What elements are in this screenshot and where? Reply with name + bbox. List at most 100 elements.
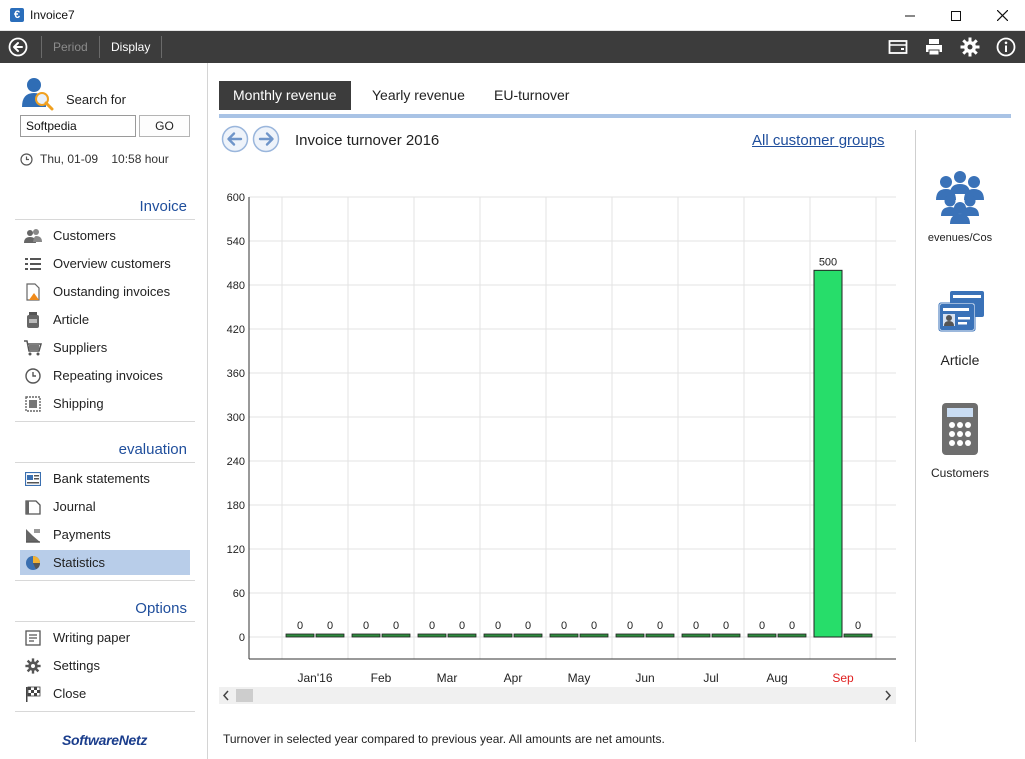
- nav-label: Journal: [53, 499, 96, 514]
- toolbar-separator: [161, 36, 162, 58]
- scroll-left-icon[interactable]: [222, 690, 230, 701]
- data-label: 0: [723, 620, 729, 632]
- scrollbar-thumb[interactable]: [236, 689, 253, 702]
- user-group-icon: [932, 170, 988, 226]
- section-evaluation-title: evaluation: [15, 441, 195, 463]
- right-panel-label: Article: [940, 352, 980, 368]
- back-button[interactable]: [8, 37, 28, 57]
- tab-eu-turnover[interactable]: EU-turnover: [494, 81, 569, 110]
- nav-close[interactable]: Close: [20, 681, 190, 706]
- scroll-right-icon[interactable]: [884, 690, 892, 701]
- x-tick-label: Apr: [504, 671, 523, 685]
- revenues-costs-button[interactable]: evenues/Cos: [920, 170, 1000, 244]
- invoice-warning-icon: [24, 282, 42, 301]
- nav-journal[interactable]: Journal: [20, 494, 190, 519]
- nav-shipping[interactable]: Shipping: [20, 391, 190, 416]
- bar-zero[interactable]: [381, 633, 411, 638]
- x-tick-label: Jan'16: [298, 671, 333, 685]
- info-button[interactable]: [996, 37, 1016, 57]
- bar-zero[interactable]: [747, 633, 777, 638]
- sidebar-divider: [15, 711, 195, 712]
- nav-outstanding-invoices[interactable]: Oustanding invoices: [20, 279, 190, 304]
- nav-payments[interactable]: Payments: [20, 522, 190, 547]
- search-user-icon: [22, 77, 54, 111]
- nav-overview-customers[interactable]: Overview customers: [20, 251, 190, 276]
- chart-horizontal-scrollbar[interactable]: [219, 687, 896, 704]
- nav-repeating-invoices[interactable]: Repeating invoices: [20, 363, 190, 388]
- bar-zero[interactable]: [513, 633, 543, 638]
- previous-year-button[interactable]: [221, 125, 249, 153]
- search-input[interactable]: [20, 115, 136, 137]
- revenue-bar-chart: 0 60 120 180 240 300 360 420 480 540 600 0 0 Jan'16 0 0…: [227, 192, 896, 685]
- y-tick-label: 420: [227, 324, 245, 336]
- minimize-button[interactable]: [887, 0, 933, 31]
- window-title: Invoice7: [30, 8, 75, 22]
- bar[interactable]: [813, 269, 843, 638]
- id-cards-icon: [932, 290, 988, 346]
- section-options-title: Options: [15, 600, 195, 622]
- bar-zero[interactable]: [315, 633, 345, 638]
- article-panel-button[interactable]: Article: [920, 290, 1000, 368]
- nav-statistics[interactable]: Statistics: [20, 550, 190, 575]
- pie-chart-icon: [24, 554, 42, 572]
- period-menu[interactable]: Period: [53, 40, 88, 54]
- display-menu[interactable]: Display: [111, 40, 150, 54]
- bar-zero[interactable]: [417, 633, 447, 638]
- minimize-icon: [905, 15, 915, 16]
- payments-icon: [24, 526, 42, 544]
- sidebar-divider: [15, 580, 195, 581]
- card-reader-button[interactable]: [888, 37, 908, 57]
- writing-paper-icon: [24, 629, 42, 647]
- bar-zero[interactable]: [711, 633, 741, 638]
- data-label: 0: [657, 620, 663, 632]
- data-label: 0: [393, 620, 399, 632]
- data-label: 0: [759, 620, 765, 632]
- data-label: 0: [789, 620, 795, 632]
- tab-monthly-revenue[interactable]: Monthly revenue: [219, 81, 351, 110]
- data-label: 0: [495, 620, 501, 632]
- bar-zero[interactable]: [285, 633, 315, 638]
- print-button[interactable]: [924, 37, 944, 57]
- y-tick-label: 0: [239, 632, 245, 644]
- nav-bank-statements[interactable]: Bank statements: [20, 466, 190, 491]
- bar-zero[interactable]: [483, 633, 513, 638]
- customers-panel-button[interactable]: Customers: [920, 402, 1000, 480]
- nav-label: Statistics: [53, 555, 106, 570]
- bar-zero[interactable]: [579, 633, 609, 638]
- datetime-display: Thu, 01-09 10:58 hour: [20, 152, 169, 166]
- y-tick-label: 240: [227, 456, 245, 468]
- nav-writing-paper[interactable]: Writing paper: [20, 625, 190, 650]
- y-tick-label: 360: [227, 368, 245, 380]
- bar-zero[interactable]: [549, 633, 579, 638]
- x-tick-label: May: [568, 671, 591, 685]
- nav-label: Payments: [53, 527, 111, 542]
- nav-label: Writing paper: [53, 630, 131, 645]
- bar-zero[interactable]: [447, 633, 477, 638]
- bar-zero[interactable]: [615, 633, 645, 638]
- bar-zero[interactable]: [681, 633, 711, 638]
- go-button[interactable]: GO: [139, 115, 190, 137]
- bar-zero[interactable]: [351, 633, 381, 638]
- chart-footnote: Turnover in selected year compared to pr…: [223, 732, 665, 746]
- customer-groups-link[interactable]: All customer groups: [752, 132, 885, 149]
- next-year-button[interactable]: [252, 125, 280, 153]
- users-icon: [24, 227, 42, 245]
- bar-zero[interactable]: [645, 633, 675, 638]
- nav-settings[interactable]: Settings: [20, 653, 190, 678]
- back-circle-icon: [8, 37, 28, 57]
- maximize-button[interactable]: [933, 0, 979, 31]
- close-window-button[interactable]: [979, 0, 1025, 31]
- bar-zero[interactable]: [777, 633, 807, 638]
- gear-icon: [960, 37, 980, 57]
- journal-icon: [24, 498, 42, 516]
- nav-article[interactable]: Article: [20, 307, 190, 332]
- y-tick-label: 60: [233, 588, 245, 600]
- bar-zero[interactable]: [843, 633, 873, 638]
- settings-button[interactable]: [960, 37, 980, 57]
- nav-suppliers[interactable]: Suppliers: [20, 335, 190, 360]
- right-panel-label: evenues/Cos: [927, 232, 993, 244]
- arrow-right-circle-icon: [252, 125, 280, 153]
- tab-yearly-revenue[interactable]: Yearly revenue: [372, 81, 465, 110]
- nav-customers[interactable]: Customers: [20, 223, 190, 248]
- printer-icon: [926, 39, 942, 56]
